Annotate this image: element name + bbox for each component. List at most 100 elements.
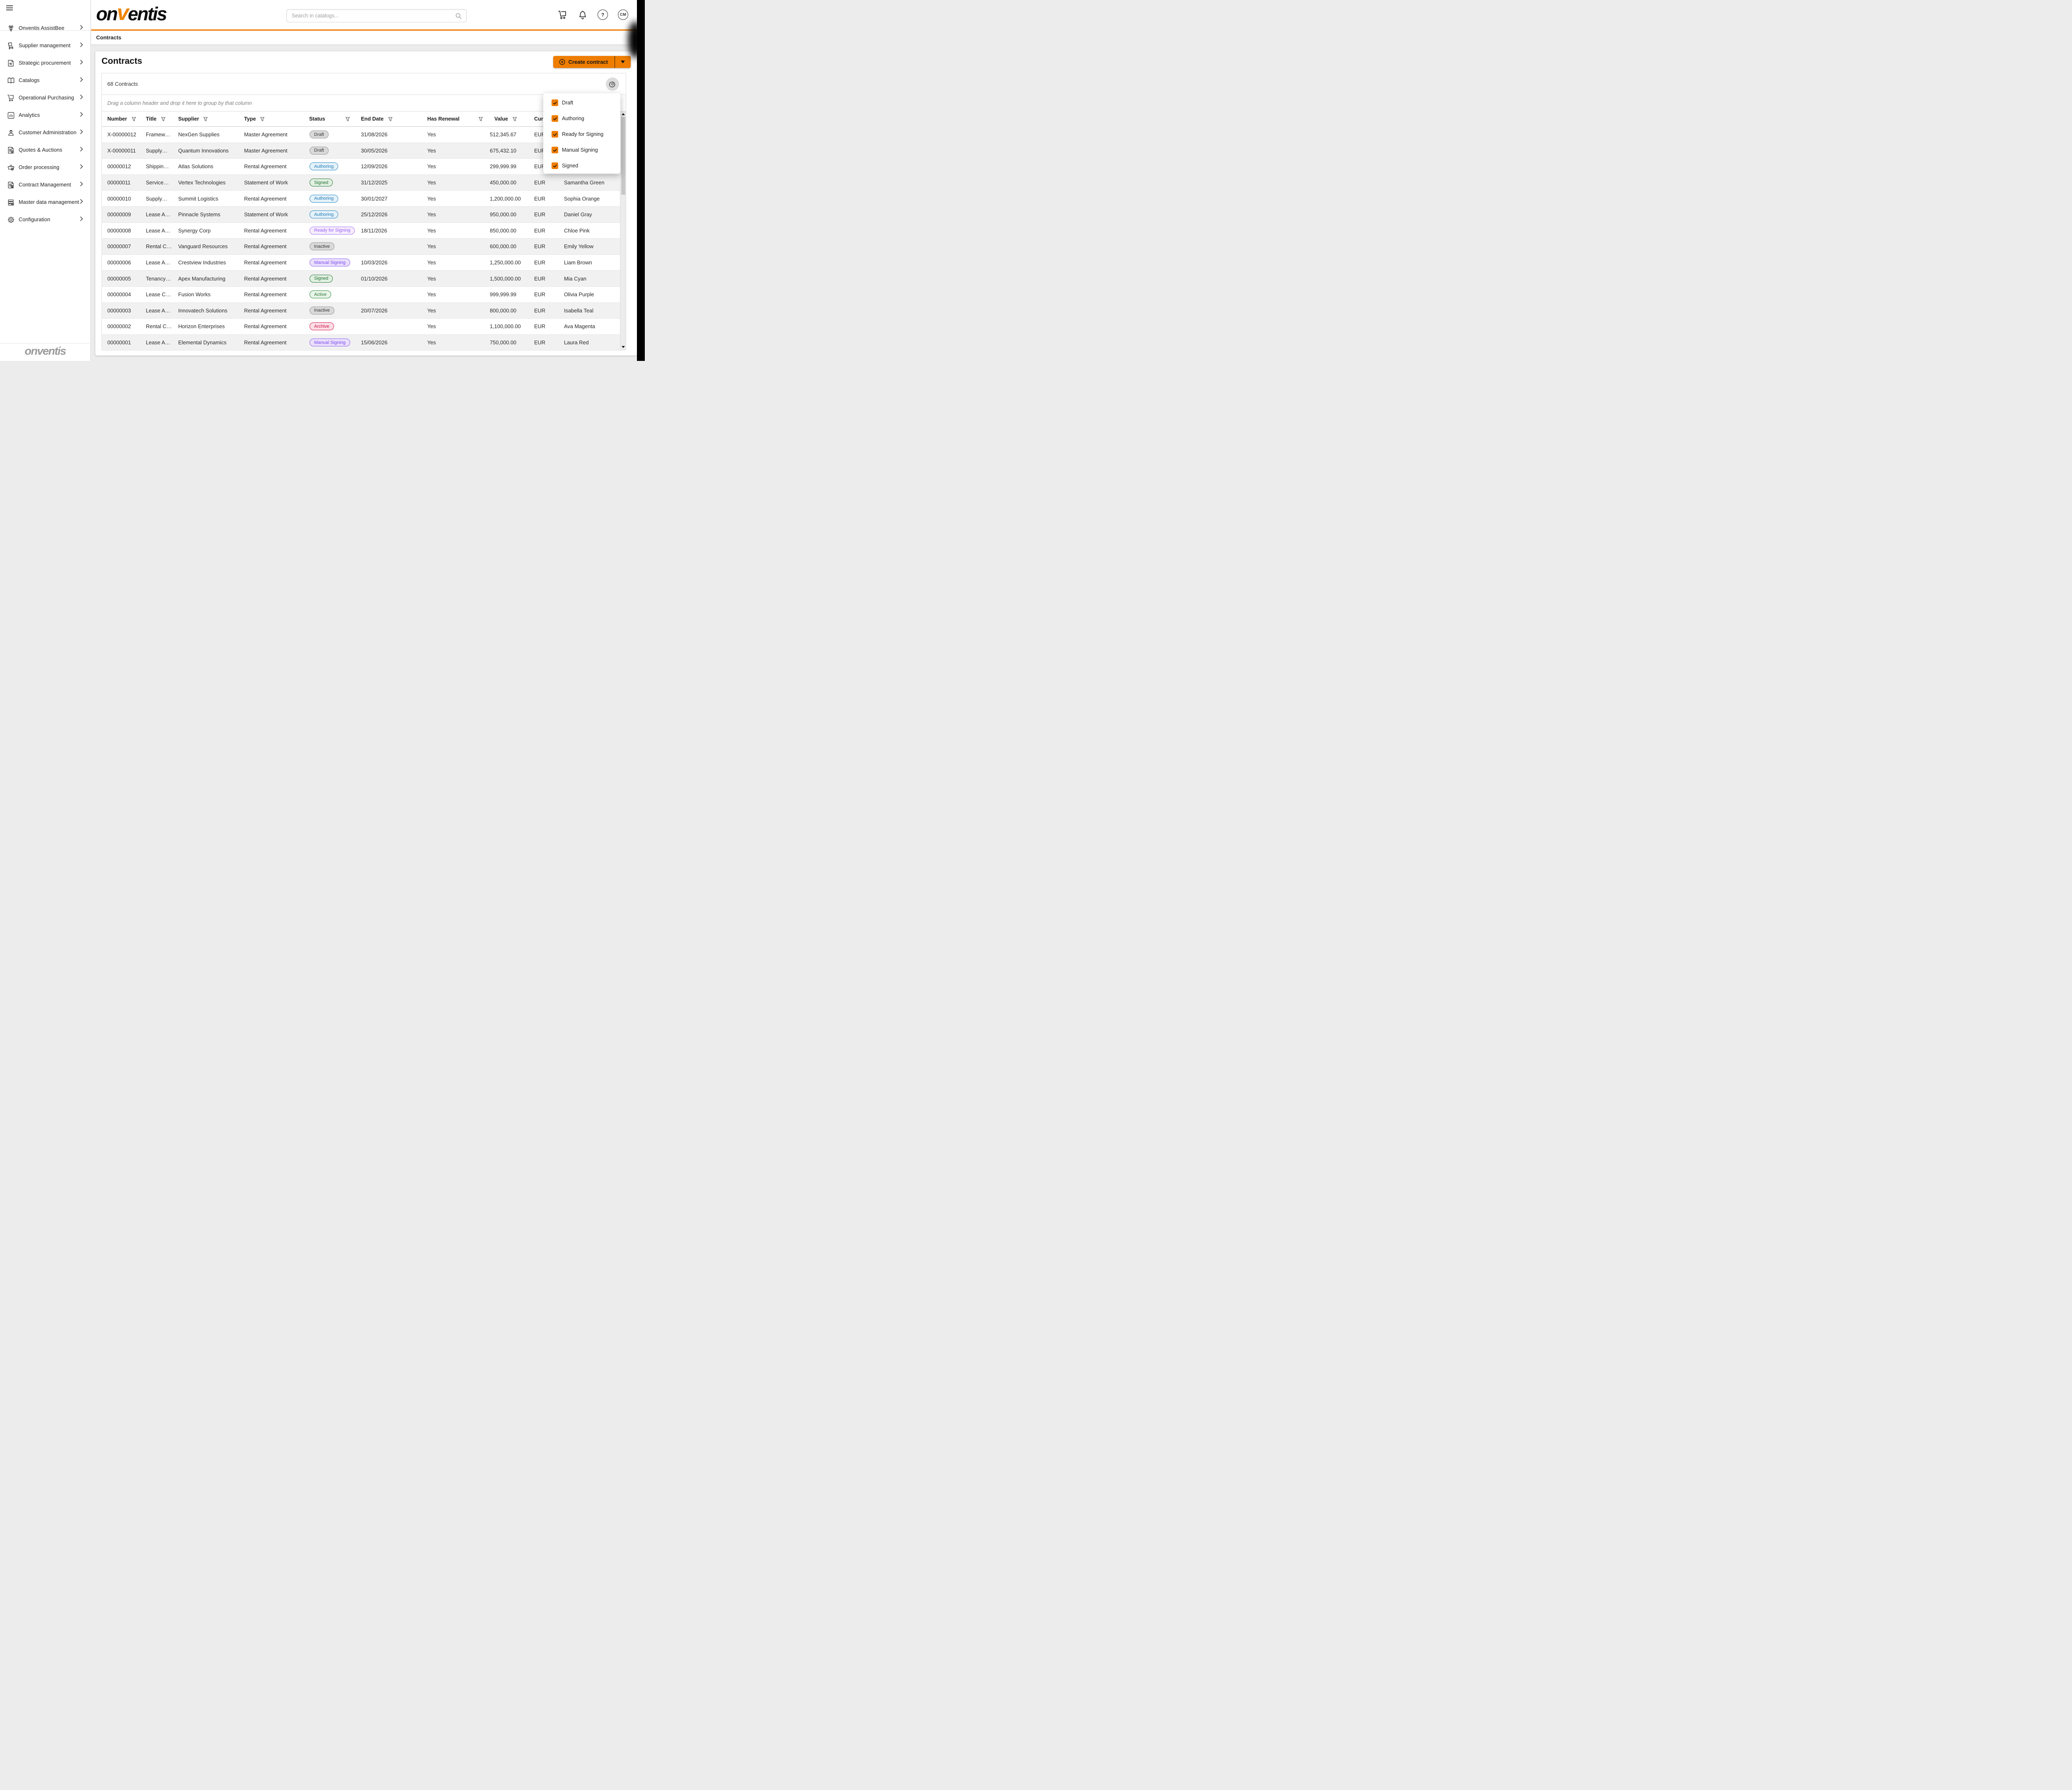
filter-icon[interactable] (478, 116, 483, 122)
cell-currency: EUR (534, 239, 564, 254)
table-row[interactable]: 00000009 Lease A… Pinnacle Systems State… (102, 207, 626, 223)
table-row[interactable]: 00000008 Lease A… Synergy Corp Rental Ag… (102, 223, 626, 239)
hand-truck-icon (7, 41, 15, 50)
create-contract-main[interactable]: Create contract (553, 56, 615, 68)
sidebar-item-catalogs[interactable]: Catalogs (0, 72, 90, 89)
checkbox-checked-icon[interactable] (552, 162, 558, 169)
column-header-has-renewal[interactable]: Has Renewal (427, 111, 489, 126)
status-badge: Authoring (310, 195, 338, 203)
filter-menu-item[interactable]: Ready for Signing (543, 126, 620, 142)
sidebar-item-label: Configuration (19, 217, 50, 223)
filter-menu-item[interactable]: Authoring (543, 111, 620, 126)
cell-value: 850,000.00 (489, 223, 534, 239)
help-icon[interactable]: ? (598, 10, 608, 20)
cell-has-renewal: Yes (427, 271, 489, 286)
table-row[interactable]: 00000004 Lease C… Fusion Works Rental Ag… (102, 287, 626, 303)
table-row[interactable]: 00000001 Lease A… Elemental Dynamics Ren… (102, 335, 626, 351)
cell-status: Manual Signing (309, 335, 360, 351)
table-row[interactable]: 00000005 Tenancy… Apex Manufacturing Ren… (102, 271, 626, 287)
sidebar-item-supplier-management[interactable]: Supplier management (0, 37, 90, 54)
filter-icon[interactable] (131, 116, 136, 122)
breadcrumb[interactable]: Contracts (96, 34, 121, 41)
cell-title: Lease A… (146, 223, 178, 239)
filter-icon[interactable] (388, 116, 393, 122)
sidebar-item-operational-purchasing[interactable]: Operational Purchasing (0, 89, 90, 106)
filter-menu-item-label: Authoring (562, 116, 584, 121)
filter-menu-item[interactable]: Manual Signing (543, 142, 620, 158)
column-header-value[interactable]: Value (489, 111, 534, 126)
filter-menu-item[interactable]: Draft (543, 95, 620, 111)
cell-type: Rental Agreement (244, 271, 309, 286)
filter-icon[interactable] (203, 116, 208, 122)
column-header-number[interactable]: Number (102, 111, 146, 126)
server-check-icon (7, 198, 15, 206)
cell-number: 00000001 (102, 335, 146, 351)
sidebar-item-customer-administration[interactable]: Customer Administration (0, 124, 90, 141)
cell-end-date (360, 287, 427, 302)
table-row[interactable]: 00000010 Supply… Summit Logistics Rental… (102, 191, 626, 207)
sidebar-item-onventis-assistbee[interactable]: Onventis AssistBee (0, 19, 90, 37)
table-row[interactable]: 00000006 Lease A… Crestview Industries R… (102, 255, 626, 271)
sidebar-nav: Onventis AssistBee Supplier management S… (0, 19, 90, 228)
avatar[interactable]: CM (618, 10, 628, 20)
column-header-supplier[interactable]: Supplier (178, 111, 244, 126)
sidebar-item-quotes-auctions[interactable]: Quotes & Auctions (0, 141, 90, 159)
filter-menu-item[interactable]: Signed (543, 158, 620, 174)
column-header-type[interactable]: Type (244, 111, 309, 126)
checkbox-checked-icon[interactable] (552, 131, 558, 138)
hamburger-menu-icon[interactable] (6, 5, 13, 11)
column-header-title[interactable]: Title (146, 111, 178, 126)
sidebar-item-configuration[interactable]: Configuration (0, 211, 90, 228)
cart-icon[interactable] (558, 10, 568, 20)
column-header-end-date[interactable]: End Date (360, 111, 427, 126)
bell-icon[interactable] (578, 10, 588, 20)
search-box (286, 9, 467, 22)
cell-number: 00000007 (102, 239, 146, 254)
filter-icon[interactable] (161, 116, 166, 122)
column-settings-button[interactable] (606, 77, 619, 91)
filter-icon[interactable] (512, 116, 517, 122)
chevron-right-icon (80, 94, 83, 102)
cell-number: 00000012 (102, 159, 146, 174)
cell-status: Inactive (309, 239, 360, 254)
vertical-scrollbar[interactable] (620, 111, 626, 350)
checkbox-checked-icon[interactable] (552, 115, 558, 122)
search-icon[interactable] (455, 12, 462, 19)
table-row[interactable]: 00000007 Rental C… Vanguard Resources Re… (102, 239, 626, 255)
status-badge: Signed (310, 275, 333, 283)
filter-icon[interactable] (345, 116, 350, 122)
sidebar-item-contract-management[interactable]: § Contract Management (0, 176, 90, 194)
create-contract-dropdown-toggle[interactable] (615, 56, 631, 68)
sidebar-item-strategic-procurement[interactable]: Strategic procurement (0, 54, 90, 72)
search-input[interactable] (287, 13, 455, 19)
cell-title: Supply… (146, 143, 178, 159)
cell-manager: Emily Yellow (564, 239, 621, 254)
sidebar-item-analytics[interactable]: Analytics (0, 106, 90, 124)
filter-icon[interactable] (260, 116, 265, 122)
checkbox-checked-icon[interactable] (552, 147, 558, 153)
scroll-up-button[interactable] (620, 111, 626, 116)
sidebar: Onventis AssistBee Supplier management S… (0, 0, 91, 361)
sidebar-item-order-processing[interactable]: Order processing (0, 159, 90, 176)
checkbox-checked-icon[interactable] (552, 99, 558, 106)
cell-manager: Liam Brown (564, 255, 621, 271)
cell-status: Authoring (309, 191, 360, 206)
scroll-down-button[interactable] (620, 344, 626, 349)
column-header-status[interactable]: Status (309, 111, 360, 126)
cell-type: Rental Agreement (244, 239, 309, 254)
table-row[interactable]: 00000011 Service… Vertex Technologies St… (102, 175, 626, 191)
status-badge: Authoring (310, 162, 338, 170)
create-contract-button[interactable]: Create contract (553, 56, 631, 68)
chevron-right-icon (80, 42, 83, 49)
cell-title: Lease C… (146, 287, 178, 302)
filter-menu-item-label: Manual Signing (562, 147, 598, 153)
scrollbar-thumb[interactable] (621, 117, 625, 195)
table-row[interactable]: 00000002 Rental C… Horizon Enterprises R… (102, 319, 626, 335)
cell-supplier: Fusion Works (178, 287, 244, 302)
sidebar-footer-logo: onventis (0, 345, 90, 358)
cell-has-renewal: Yes (427, 159, 489, 174)
sidebar-item-master-data-management[interactable]: Master data management (0, 194, 90, 211)
table-row[interactable]: 00000003 Lease A… Innovatech Solutions R… (102, 303, 626, 319)
cell-status: Ready for Signing (309, 223, 360, 239)
cell-title: Rental C… (146, 319, 178, 334)
